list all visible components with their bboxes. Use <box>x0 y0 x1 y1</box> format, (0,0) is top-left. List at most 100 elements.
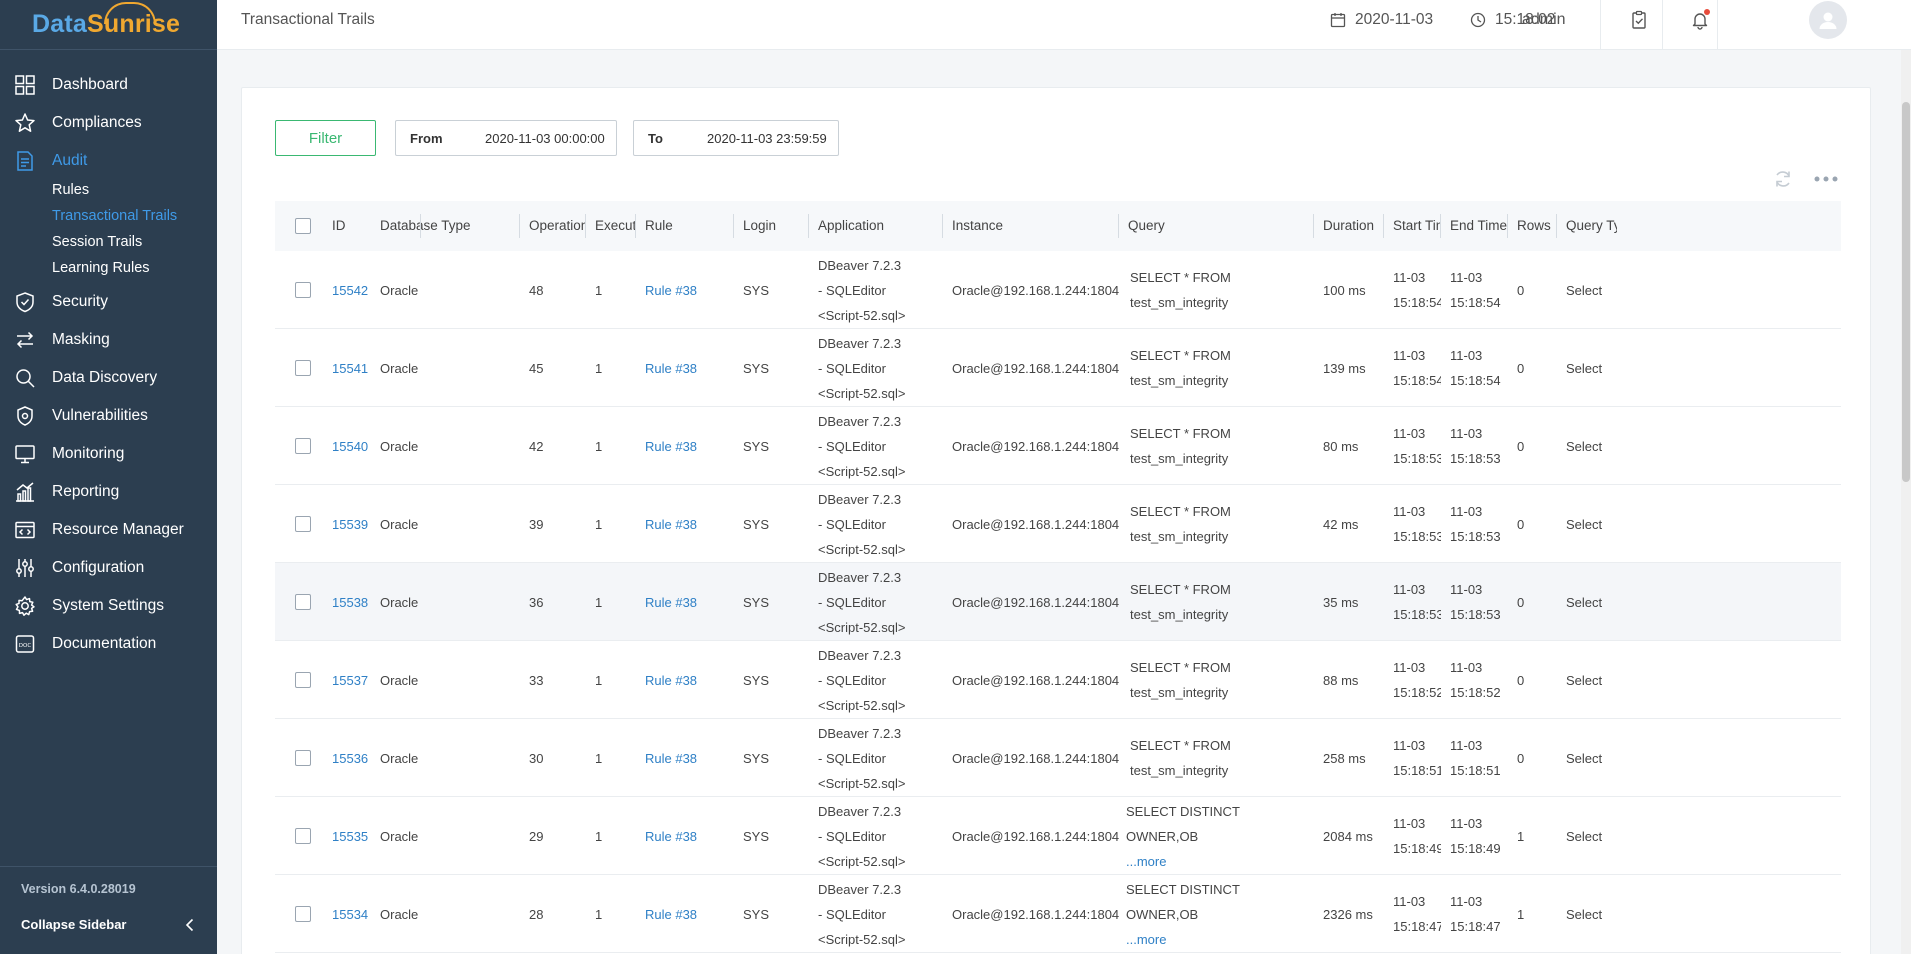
sidebar-item-vulnerabilities[interactable]: Vulnerabilities <box>0 397 217 435</box>
column-resize-handle[interactable] <box>733 214 734 238</box>
scrollbar-thumb[interactable] <box>1902 102 1910 482</box>
row-checkbox[interactable] <box>295 516 311 532</box>
user-name[interactable]: admin <box>1522 0 1566 40</box>
rule-link[interactable]: Rule #38 <box>636 719 734 797</box>
row-checkbox[interactable] <box>295 360 311 376</box>
rule-link[interactable]: Rule #38 <box>636 485 734 563</box>
table-row[interactable]: 15536 Oracle 30 1 Rule #38 SYS DBeaver 7.2.3 -… <box>275 719 1841 797</box>
column-resize-handle[interactable] <box>1440 214 1441 238</box>
page-scrollbar[interactable] <box>1901 50 1911 954</box>
sidebar-item-resource-manager[interactable]: Resource Manager <box>0 511 217 549</box>
column-header-application[interactable]: Application <box>809 201 943 251</box>
column-resize-handle[interactable] <box>519 214 520 238</box>
column-resize-handle[interactable] <box>1313 214 1314 238</box>
subnav-item-transactional-trails[interactable]: Transactional Trails <box>52 203 217 229</box>
column-resize-handle[interactable] <box>420 214 421 238</box>
column-header-id[interactable]: ID <box>323 201 371 251</box>
row-id-link[interactable]: 15536 <box>323 719 371 797</box>
column-header-database-type[interactable]: Database Type <box>371 201 520 251</box>
column-header-instance[interactable]: Instance <box>943 201 1119 251</box>
sidebar-item-monitoring[interactable]: Monitoring <box>0 435 217 473</box>
more-options-icon[interactable] <box>1812 168 1840 190</box>
row-checkbox[interactable] <box>295 594 311 610</box>
table-row[interactable]: 15537 Oracle 33 1 Rule #38 SYS DBeaver 7.2.3 -… <box>275 641 1841 719</box>
duration-cell: 35 ms <box>1323 594 1359 610</box>
column-resize-handle[interactable] <box>1507 214 1508 238</box>
row-id-link[interactable]: 15535 <box>323 797 371 875</box>
row-id-link[interactable]: 15542 <box>323 251 371 329</box>
subnav-item-rules[interactable]: Rules <box>52 177 217 203</box>
row-checkbox[interactable] <box>295 828 311 844</box>
column-resize-handle[interactable] <box>635 214 636 238</box>
table-row[interactable]: 15540 Oracle 42 1 Rule #38 SYS DBeaver 7.2.3 -… <box>275 407 1841 485</box>
sidebar-item-masking[interactable]: Masking <box>0 321 217 359</box>
column-header-start-time[interactable]: Start Time <box>1384 201 1441 251</box>
column-resize-handle[interactable] <box>1118 214 1119 238</box>
row-id-link[interactable]: 15539 <box>323 485 371 563</box>
column-resize-handle[interactable] <box>585 214 586 238</box>
subnav-item-learning-rules[interactable]: Learning Rules <box>52 255 217 281</box>
sidebar-item-dashboard[interactable]: Dashboard <box>0 66 217 104</box>
sidebar-item-documentation[interactable]: DOC Documentation <box>0 625 217 663</box>
rule-link[interactable]: Rule #38 <box>636 251 734 329</box>
row-checkbox[interactable] <box>295 906 311 922</box>
column-resize-handle[interactable] <box>808 214 809 238</box>
notifications-button[interactable] <box>1688 8 1712 32</box>
column-header-query[interactable]: Query <box>1119 201 1314 251</box>
sidebar-item-security[interactable]: Security <box>0 283 217 321</box>
row-checkbox[interactable] <box>295 672 311 688</box>
rule-link[interactable]: Rule #38 <box>636 797 734 875</box>
row-id-link[interactable]: 15534 <box>323 875 371 953</box>
column-header-operationid[interactable]: OperationID <box>520 201 586 251</box>
operation-id-cell: 33 <box>529 672 544 688</box>
refresh-icon[interactable] <box>1772 168 1794 190</box>
column-header-duration[interactable]: Duration <box>1314 201 1384 251</box>
from-date-range[interactable]: From 2020-11-03 00:00:00 <box>395 120 617 156</box>
row-id-link[interactable]: 15537 <box>323 641 371 719</box>
column-header-login[interactable]: Login <box>734 201 809 251</box>
table-row[interactable]: 15542 Oracle 48 1 Rule #38 SYS DBeaver 7.2.3 -… <box>275 251 1841 329</box>
row-checkbox[interactable] <box>295 438 311 454</box>
query-more-link[interactable]: ...more <box>1126 849 1314 874</box>
sidebar-item-system-settings[interactable]: System Settings <box>0 587 217 625</box>
column-header-end-time[interactable]: End Time <box>1441 201 1508 251</box>
query-text: SELECT * FROM test_sm_integrity <box>1130 738 1231 778</box>
sidebar-item-audit[interactable]: Audit <box>0 142 217 180</box>
row-checkbox[interactable] <box>295 282 311 298</box>
table-row[interactable]: 15538 Oracle 36 1 Rule #38 SYS DBeaver 7.2.3 -… <box>275 563 1841 641</box>
sidebar-item-compliances[interactable]: Compliances <box>0 104 217 142</box>
sidebar-item-data-discovery[interactable]: Data Discovery <box>0 359 217 397</box>
column-resize-handle[interactable] <box>1556 214 1557 238</box>
select-all-checkbox[interactable] <box>295 218 311 234</box>
column-header-query-type[interactable]: Query Type <box>1557 201 1617 251</box>
subnav-item-session-trails[interactable]: Session Trails <box>52 229 217 255</box>
column-resize-handle[interactable] <box>942 214 943 238</box>
row-id-link[interactable]: 15541 <box>323 329 371 407</box>
sidebar-item-configuration[interactable]: Configuration <box>0 549 217 587</box>
column-header-rule[interactable]: Rule <box>636 201 734 251</box>
to-date-range[interactable]: To 2020-11-03 23:59:59 <box>633 120 839 156</box>
rule-link[interactable]: Rule #38 <box>636 407 734 485</box>
rule-link[interactable]: Rule #38 <box>636 641 734 719</box>
table-row[interactable]: 15539 Oracle 39 1 Rule #38 SYS DBeaver 7.2.3 -… <box>275 485 1841 563</box>
column-header-rows[interactable]: Rows <box>1508 201 1557 251</box>
tasks-button[interactable] <box>1627 8 1651 32</box>
row-id-link[interactable]: 15540 <box>323 407 371 485</box>
sidebar-item-reporting[interactable]: Reporting <box>0 473 217 511</box>
rule-link[interactable]: Rule #38 <box>636 875 734 953</box>
table-row[interactable]: 15534 Oracle 28 1 Rule #38 SYS DBeaver 7.2.3 -… <box>275 875 1841 953</box>
query-more-link[interactable]: ...more <box>1126 927 1314 952</box>
row-id-link[interactable]: 15538 <box>323 563 371 641</box>
table-row[interactable]: 15541 Oracle 45 1 Rule #38 SYS DBeaver 7.2.3 -… <box>275 329 1841 407</box>
rule-link[interactable]: Rule #38 <box>636 329 734 407</box>
rule-link[interactable]: Rule #38 <box>636 563 734 641</box>
filter-button[interactable]: Filter <box>275 120 376 156</box>
column-header-execution[interactable]: Execution <box>586 201 636 251</box>
logo[interactable]: DataSunrise <box>0 0 217 50</box>
rows-cell: 0 <box>1517 750 1525 766</box>
row-checkbox[interactable] <box>295 750 311 766</box>
column-resize-handle[interactable] <box>1383 214 1384 238</box>
collapse-sidebar-button[interactable]: Collapse Sidebar <box>21 917 197 932</box>
avatar[interactable] <box>1809 1 1847 39</box>
table-row[interactable]: 15535 Oracle 29 1 Rule #38 SYS DBeaver 7.2.3 -… <box>275 797 1841 875</box>
